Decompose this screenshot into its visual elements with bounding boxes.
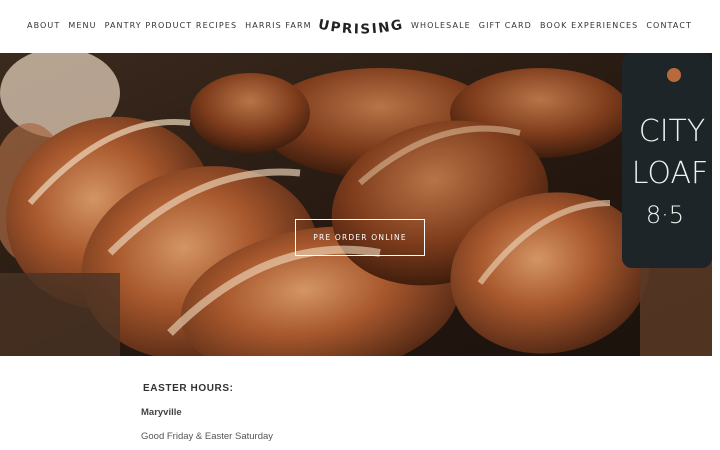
- hero-banner: CITY LOAF 8·5 Pre Order Online: [0, 53, 712, 356]
- easter-hours-section: EASTER HOURS: Maryville Good Friday & Ea…: [0, 356, 720, 450]
- primary-nav-right: Wholesale Gift Card Book Experiences Con…: [411, 21, 692, 30]
- nav-book-experiences[interactable]: Book Experiences: [540, 21, 638, 30]
- nav-pantry-product-recipes[interactable]: Pantry Product Recipes: [105, 21, 238, 30]
- site-logo[interactable]: UPRISING: [318, 14, 404, 40]
- site-header: About Menu Pantry Product Recipes Harris…: [0, 0, 720, 53]
- pre-order-online-button[interactable]: Pre Order Online: [295, 219, 425, 256]
- nav-contact[interactable]: Contact: [646, 21, 692, 30]
- nav-harris-farm[interactable]: Harris Farm: [245, 21, 312, 30]
- nav-gift-card[interactable]: Gift Card: [479, 21, 532, 30]
- sign-line-2: LOAF: [632, 156, 709, 191]
- svg-text:UPRISING: UPRISING: [318, 17, 404, 38]
- logo-text: UPRISING: [318, 17, 404, 38]
- sign-line-1: CITY: [639, 114, 705, 149]
- nav-menu[interactable]: Menu: [68, 21, 96, 30]
- nav-about[interactable]: About: [27, 21, 60, 30]
- hero-bread-image: CITY LOAF 8·5: [0, 53, 712, 356]
- location-name: Maryville: [141, 407, 182, 418]
- primary-nav-left: About Menu Pantry Product Recipes Harris…: [27, 21, 312, 30]
- easter-hours-heading: EASTER HOURS:: [143, 383, 234, 394]
- nav-wholesale[interactable]: Wholesale: [411, 21, 471, 30]
- sign-line-3: 8·5: [646, 201, 684, 229]
- hours-text: Good Friday & Easter Saturday: [141, 431, 274, 442]
